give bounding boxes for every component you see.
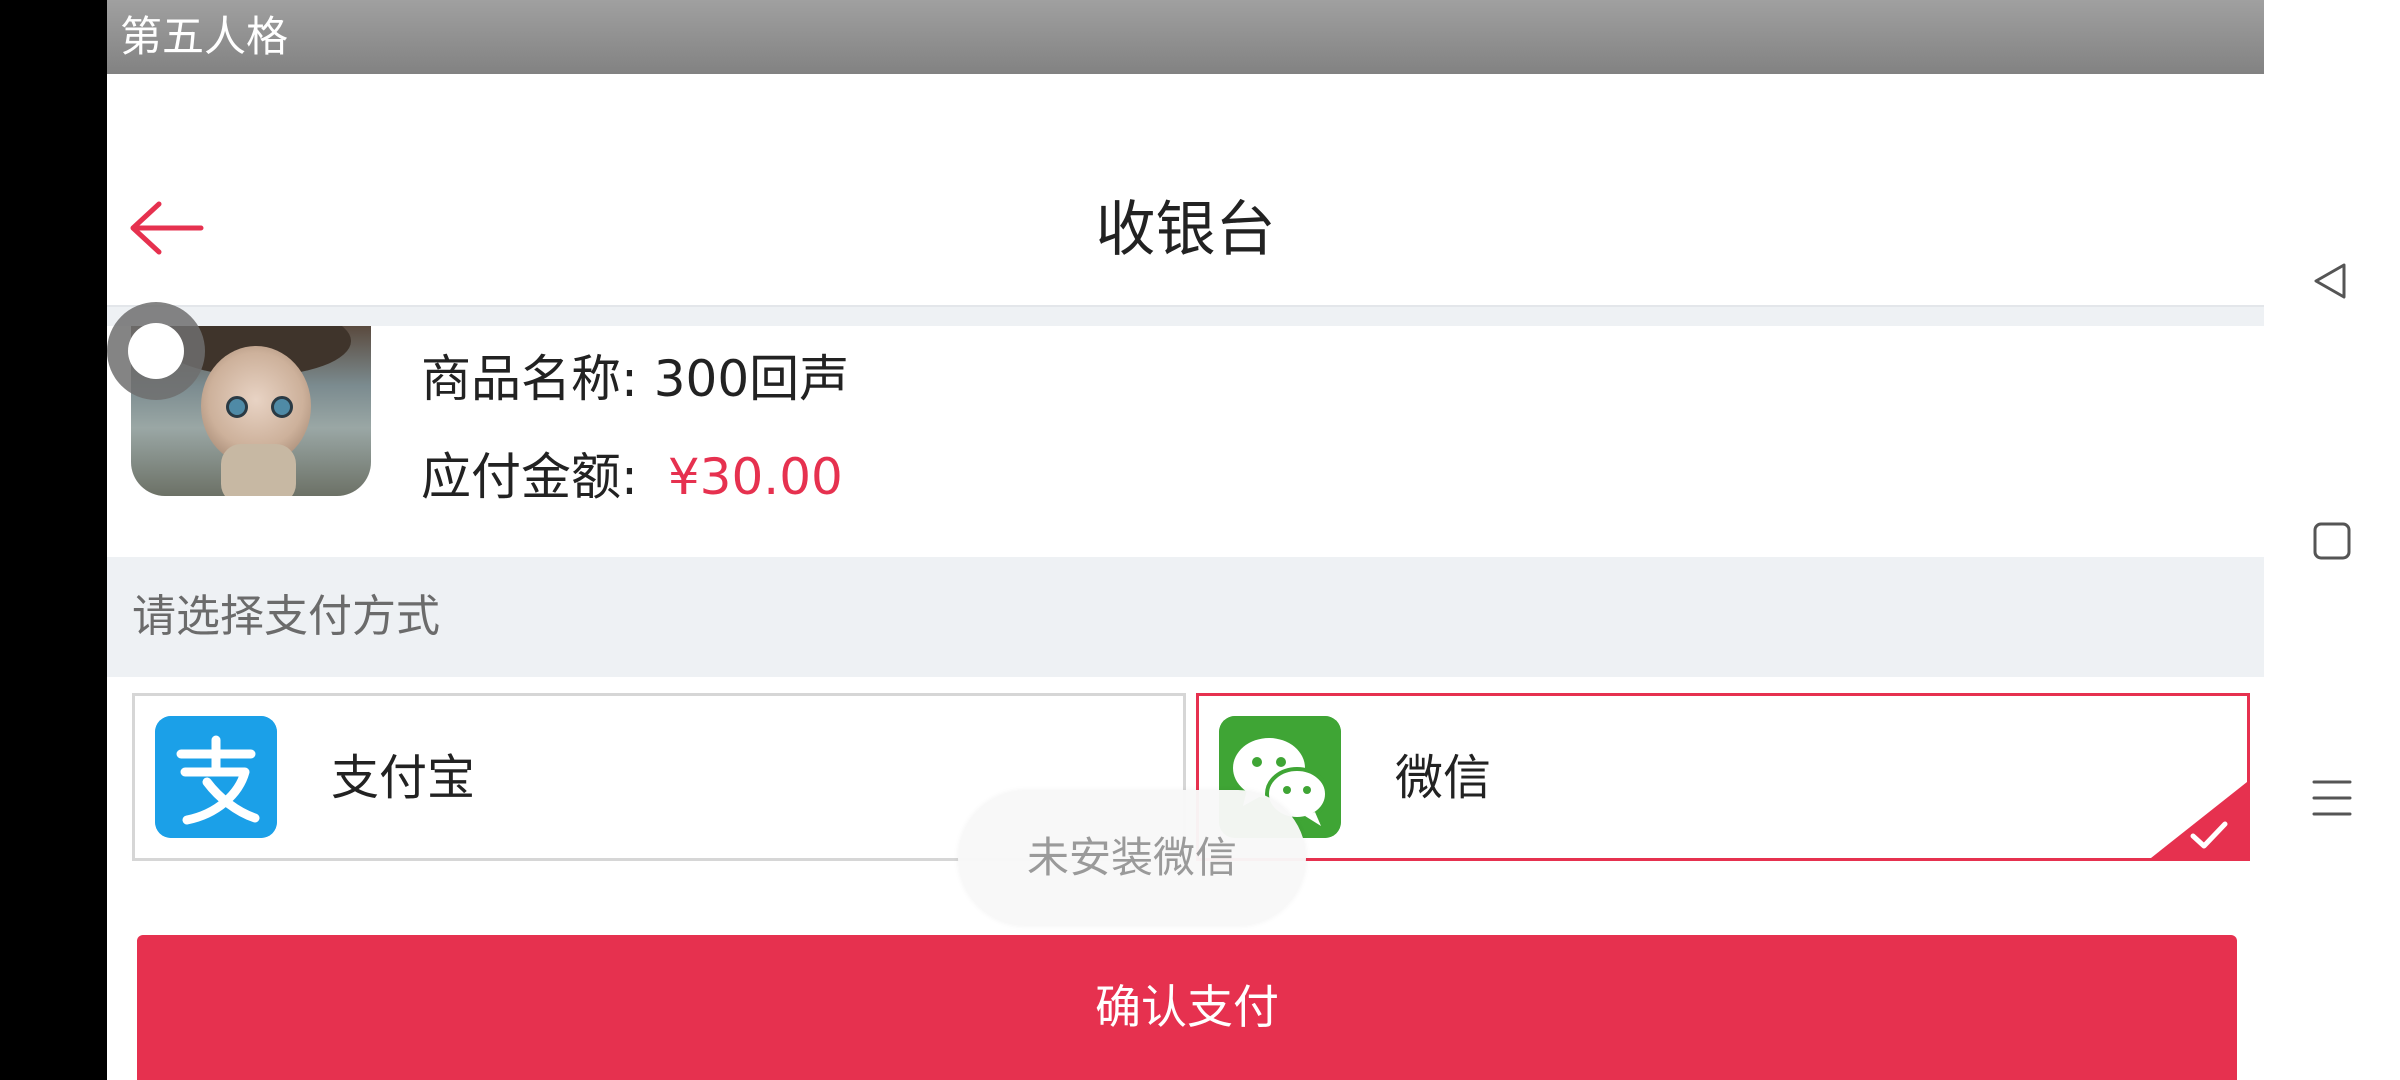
alipay-label: 支付宝	[331, 750, 476, 806]
toast-message: 未安装微信	[958, 790, 1306, 926]
page-header: 收银台	[107, 74, 2264, 305]
screen: 第五人格 收银台 商品名称: 300回声 应付金额: ¥30.00 请选择支付方式	[0, 0, 2400, 1080]
alipay-icon	[155, 716, 277, 838]
thumb-hands	[221, 444, 296, 496]
page-title: 收银台	[1095, 195, 1276, 265]
thumb-eye	[226, 396, 248, 418]
amount-value: ¥30.00	[667, 448, 843, 506]
payment-section-header: 请选择支付方式	[107, 557, 2264, 677]
thumb-eye	[271, 396, 293, 418]
floating-ball-center	[128, 323, 184, 379]
system-nav-bar	[2264, 0, 2400, 1080]
check-icon	[2190, 821, 2228, 849]
wechat-label: 微信	[1395, 750, 1492, 806]
payment-section-label: 请选择支付方式	[132, 591, 440, 642]
left-black-strip	[0, 0, 107, 1080]
amount-label: 应付金额:	[421, 448, 638, 506]
product-info: 商品名称: 300回声 应付金额: ¥30.00	[107, 326, 2264, 557]
menu-lines-icon[interactable]	[2306, 772, 2358, 824]
triangle-back-icon[interactable]	[2306, 255, 2358, 307]
square-home-icon[interactable]	[2306, 515, 2358, 567]
section-gap	[107, 307, 2264, 326]
app-status-bar: 第五人格	[107, 0, 2264, 74]
product-name: 商品名称: 300回声	[421, 350, 850, 408]
floating-assist-ball[interactable]	[107, 302, 205, 400]
payable-amount: 应付金额: ¥30.00	[421, 444, 843, 510]
app-name: 第五人格	[120, 12, 289, 61]
wechat-option[interactable]: 微信	[1196, 693, 2250, 861]
confirm-pay-button[interactable]: 确认支付	[137, 935, 2237, 1080]
